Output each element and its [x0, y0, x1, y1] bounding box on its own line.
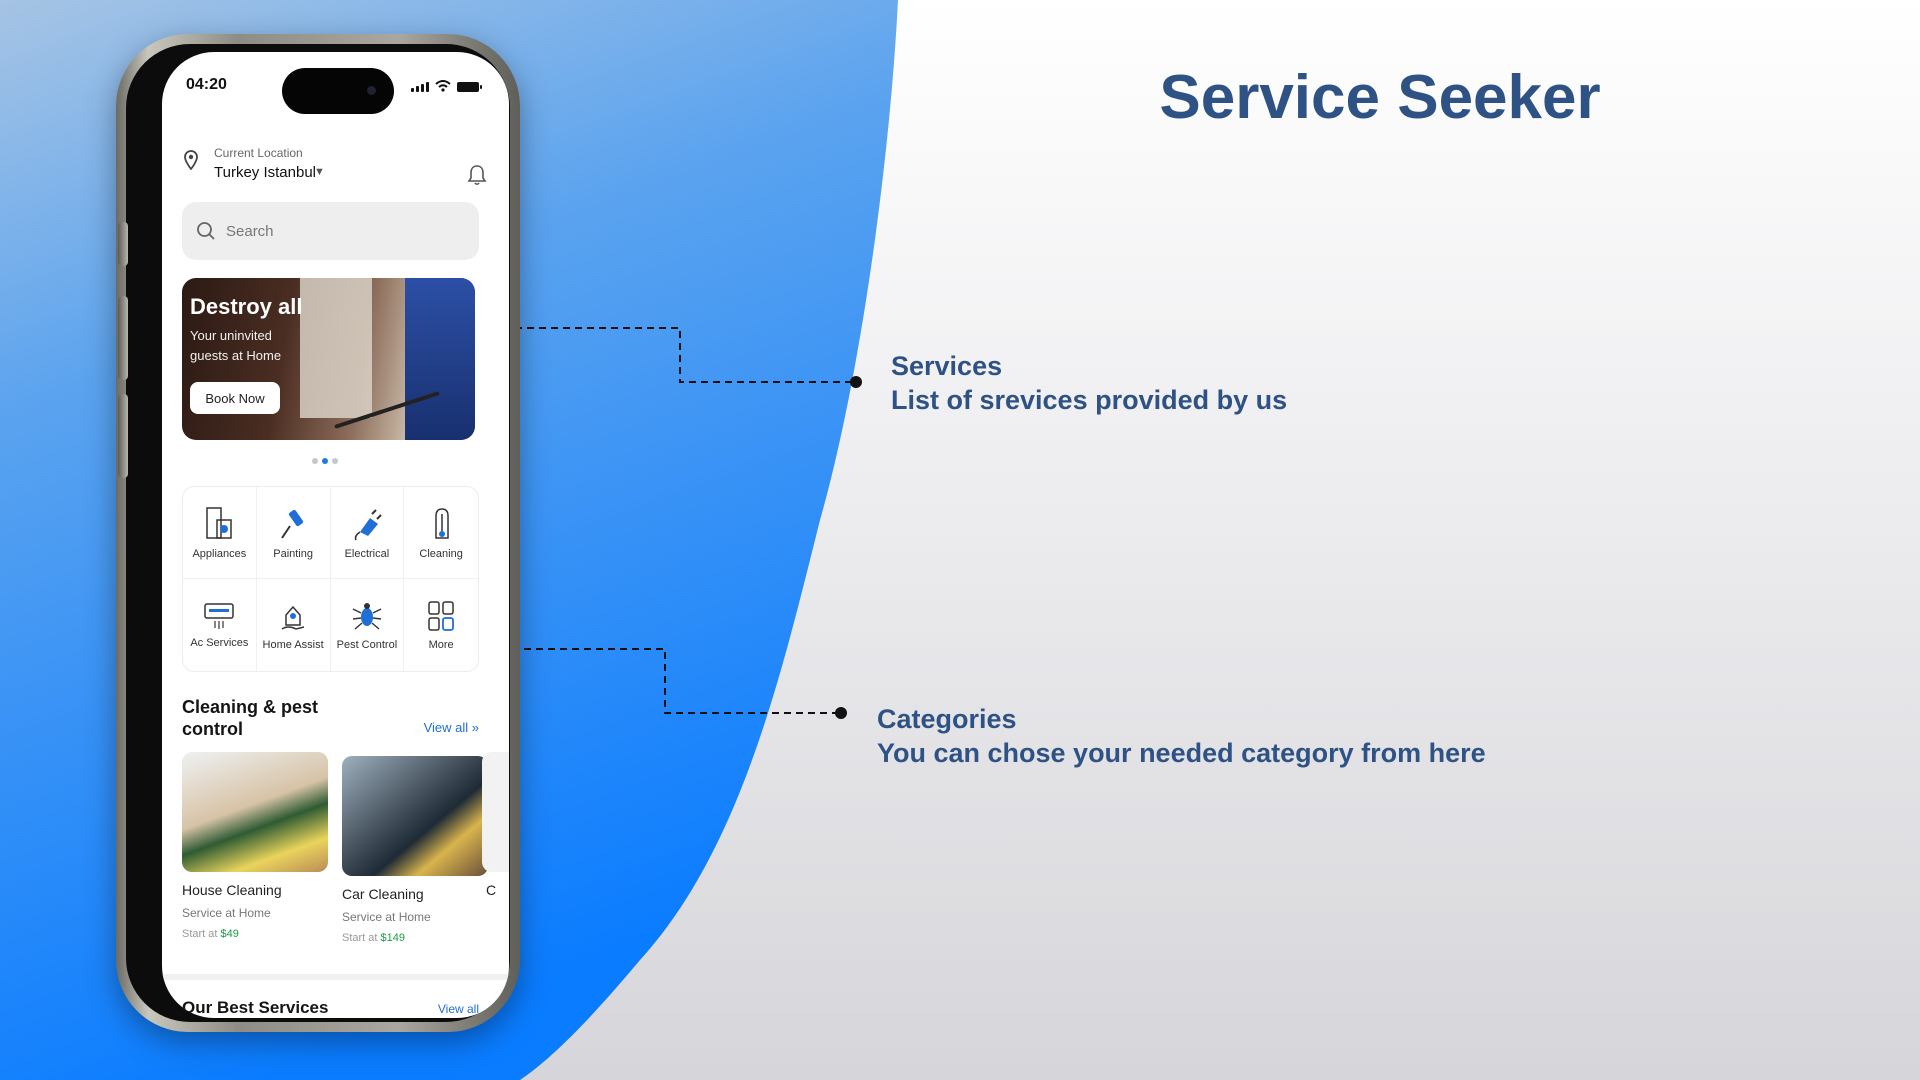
- category-label: Ac Services: [190, 637, 249, 649]
- book-now-button[interactable]: Book Now: [190, 382, 280, 414]
- services-description: List of srevices provided by us: [891, 385, 1288, 415]
- double-chevron-right-icon: »: [471, 720, 479, 735]
- category-label: Home Assist: [262, 639, 324, 651]
- search-icon: [197, 222, 215, 240]
- plug-icon: [354, 508, 382, 540]
- service-price: Start at $149: [342, 932, 406, 944]
- banner-photo-wall: [300, 278, 372, 418]
- app-screen: 04:20 Current Location Turkey Istanbul ▼…: [162, 52, 509, 1018]
- volume-up-button: [118, 296, 128, 380]
- service-card-peek[interactable]: [482, 752, 509, 872]
- pager-dot[interactable]: [332, 458, 338, 464]
- volume-down-button: [118, 394, 128, 478]
- pager-dot[interactable]: [312, 458, 318, 464]
- paint-roller-icon: [281, 509, 304, 539]
- view-all-link[interactable]: View all »: [424, 720, 479, 735]
- house-cleaning-photo: [182, 752, 328, 872]
- current-location-label: Current Location: [214, 146, 303, 160]
- category-label: Appliances: [192, 547, 247, 560]
- appliances-icon: [206, 506, 233, 539]
- bug-icon: [352, 603, 382, 630]
- section-title: Cleaning & pest control: [182, 697, 319, 739]
- service-name: Car Cleaning: [342, 886, 424, 902]
- air-conditioner-icon: [204, 603, 235, 629]
- category-label: Pest Control: [336, 639, 398, 651]
- chevron-down-icon[interactable]: ▼: [314, 166, 325, 178]
- search-placeholder: Search: [226, 222, 274, 240]
- service-name: House Cleaning: [182, 882, 282, 898]
- categories-heading: Categories: [877, 704, 1017, 734]
- current-location-value[interactable]: Turkey Istanbul: [214, 164, 316, 181]
- wifi-icon: [435, 80, 451, 92]
- service-card-car-cleaning[interactable]: Car Cleaning Service at Home Start at $1…: [342, 756, 488, 944]
- service-card-peek-initial: C: [486, 882, 497, 898]
- pager-dot-active[interactable]: [322, 458, 328, 464]
- notification-bell-icon[interactable]: [467, 164, 487, 186]
- best-services-title: Our Best Services: [182, 998, 329, 1017]
- categories-annotation: Categories You can chose your needed cat…: [877, 702, 1486, 770]
- action-button: [118, 222, 128, 266]
- car-cleaning-photo: [342, 756, 488, 876]
- view-all-label: View all: [423, 720, 469, 735]
- category-more[interactable]: More: [404, 579, 478, 671]
- banner-photo-worker: [405, 278, 475, 440]
- service-price: Start at $49: [182, 928, 239, 940]
- search-bar[interactable]: Search: [182, 202, 479, 260]
- section-divider: [162, 974, 509, 980]
- location-pin-icon: [184, 150, 198, 170]
- category-pest-control[interactable]: Pest Control: [331, 579, 405, 671]
- slide-title: Service Seeker: [1159, 63, 1601, 132]
- promo-banner[interactable]: Destroy all Your uninvited guests at Hom…: [182, 278, 475, 440]
- banner-pager: [312, 458, 338, 464]
- banner-title: Destroy all: [190, 294, 303, 319]
- signal-icon: [411, 82, 429, 92]
- category-label: Electrical: [344, 547, 390, 560]
- category-label: More: [428, 639, 454, 651]
- dynamic-island: [282, 68, 394, 114]
- vacuum-icon: [435, 507, 449, 539]
- services-heading: Services: [891, 351, 1003, 381]
- category-electrical[interactable]: Electrical: [330, 487, 405, 579]
- category-label: Painting: [273, 547, 313, 560]
- home-hand-icon: [281, 605, 305, 630]
- service-subtitle: Service at Home: [342, 910, 431, 924]
- battery-icon: [457, 82, 482, 92]
- category-label: Cleaning: [419, 547, 463, 560]
- status-icons: [411, 80, 482, 92]
- grid-icon: [428, 601, 455, 631]
- category-ac-services[interactable]: Ac Services: [183, 579, 257, 671]
- service-subtitle: Service at Home: [182, 906, 271, 920]
- best-services-view-all[interactable]: View all: [438, 1002, 479, 1016]
- banner-subtitle: Your uninvited guests at Home: [190, 328, 282, 363]
- camera-icon: [367, 86, 376, 95]
- category-cleaning[interactable]: Cleaning: [404, 487, 478, 579]
- status-time: 04:20: [186, 76, 227, 93]
- category-painting[interactable]: Painting: [256, 487, 331, 579]
- services-annotation: Services List of srevices provided by us: [891, 349, 1287, 417]
- category-appliances[interactable]: Appliances: [183, 487, 257, 579]
- category-home-assist[interactable]: Home Assist: [257, 579, 331, 671]
- categories-description: You can chose your needed category from …: [877, 738, 1486, 768]
- category-grid: Appliances Painting Electrical Cleaning …: [182, 486, 479, 672]
- service-card-house-cleaning[interactable]: House Cleaning Service at Home Start at …: [182, 752, 328, 940]
